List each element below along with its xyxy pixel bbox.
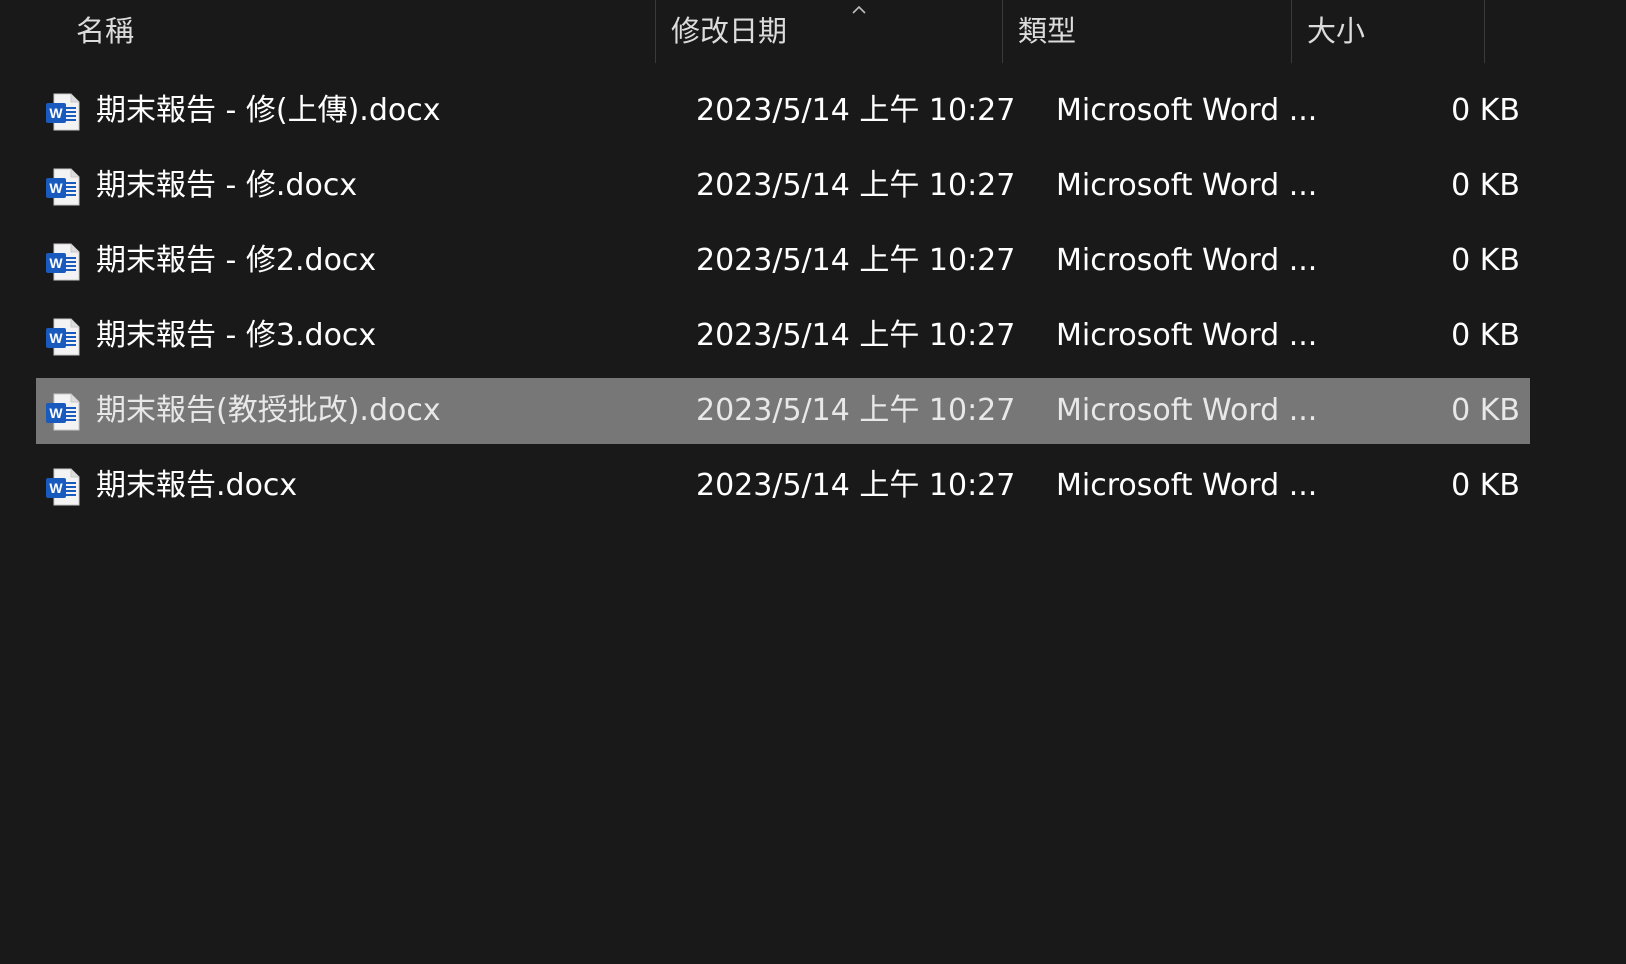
column-header-size-label: 大小 (1307, 14, 1366, 48)
column-header-type-label: 類型 (1018, 14, 1077, 48)
file-type: Microsoft Word ... (1056, 168, 1318, 203)
file-modified-date: 2023/5/14 上午 10:27 (696, 468, 1016, 503)
file-row[interactable]: W 期末報告.docx 2023/5/14 上午 10:27 Microsoft… (36, 453, 1530, 519)
file-type: Microsoft Word ... (1056, 93, 1318, 128)
file-explorer-details-view: 名稱 修改日期 類型 大小 W 期末報告 - 修(上傳).docx 2023/5… (0, 0, 1626, 964)
column-header-name[interactable]: 名稱 (60, 0, 680, 63)
file-type: Microsoft Word ... (1056, 318, 1318, 353)
file-name: 期末報告 - 修2.docx (96, 243, 377, 278)
column-header-name-label: 名稱 (76, 14, 135, 48)
svg-text:W: W (49, 330, 63, 346)
svg-text:W: W (49, 105, 63, 121)
word-document-icon: W (46, 453, 80, 519)
file-type: Microsoft Word ... (1056, 468, 1318, 503)
svg-text:W: W (49, 180, 63, 196)
column-header-date[interactable]: 修改日期 (655, 0, 1015, 63)
file-name: 期末報告 - 修(上傳).docx (96, 93, 441, 128)
file-modified-date: 2023/5/14 上午 10:27 (696, 243, 1016, 278)
file-modified-date: 2023/5/14 上午 10:27 (696, 168, 1016, 203)
chevron-up-icon (852, 5, 866, 14)
column-header-size[interactable]: 大小 (1291, 0, 1485, 63)
file-size: 0 KB (1451, 393, 1520, 428)
column-header-bar: 名稱 修改日期 類型 大小 (0, 0, 1540, 63)
word-document-icon: W (46, 78, 80, 144)
word-document-icon: W (46, 228, 80, 294)
file-size: 0 KB (1451, 468, 1520, 503)
file-name: 期末報告 - 修3.docx (96, 318, 377, 353)
file-row[interactable]: W 期末報告 - 修.docx 2023/5/14 上午 10:27 Micro… (36, 153, 1530, 219)
svg-text:W: W (49, 480, 63, 496)
file-name: 期末報告 - 修.docx (96, 168, 358, 203)
file-row[interactable]: W 期末報告(教授批改).docx 2023/5/14 上午 10:27 Mic… (36, 378, 1530, 444)
file-modified-date: 2023/5/14 上午 10:27 (696, 393, 1016, 428)
file-modified-date: 2023/5/14 上午 10:27 (696, 318, 1016, 353)
column-header-date-label: 修改日期 (671, 14, 788, 48)
file-size: 0 KB (1451, 93, 1520, 128)
file-type: Microsoft Word ... (1056, 393, 1318, 428)
file-row[interactable]: W 期末報告 - 修3.docx 2023/5/14 上午 10:27 Micr… (36, 303, 1530, 369)
word-document-icon: W (46, 378, 80, 444)
column-header-type[interactable]: 類型 (1002, 0, 1302, 63)
file-row[interactable]: W 期末報告 - 修2.docx 2023/5/14 上午 10:27 Micr… (36, 228, 1530, 294)
file-size: 0 KB (1451, 243, 1520, 278)
word-document-icon: W (46, 303, 80, 369)
file-name: 期末報告(教授批改).docx (96, 393, 441, 428)
column-divider[interactable] (1484, 0, 1485, 63)
file-modified-date: 2023/5/14 上午 10:27 (696, 93, 1016, 128)
file-type: Microsoft Word ... (1056, 243, 1318, 278)
file-name: 期末報告.docx (96, 468, 298, 503)
svg-text:W: W (49, 255, 63, 271)
word-document-icon: W (46, 153, 80, 219)
svg-text:W: W (49, 405, 63, 421)
file-size: 0 KB (1451, 168, 1520, 203)
file-size: 0 KB (1451, 318, 1520, 353)
file-row[interactable]: W 期末報告 - 修(上傳).docx 2023/5/14 上午 10:27 M… (36, 78, 1530, 144)
